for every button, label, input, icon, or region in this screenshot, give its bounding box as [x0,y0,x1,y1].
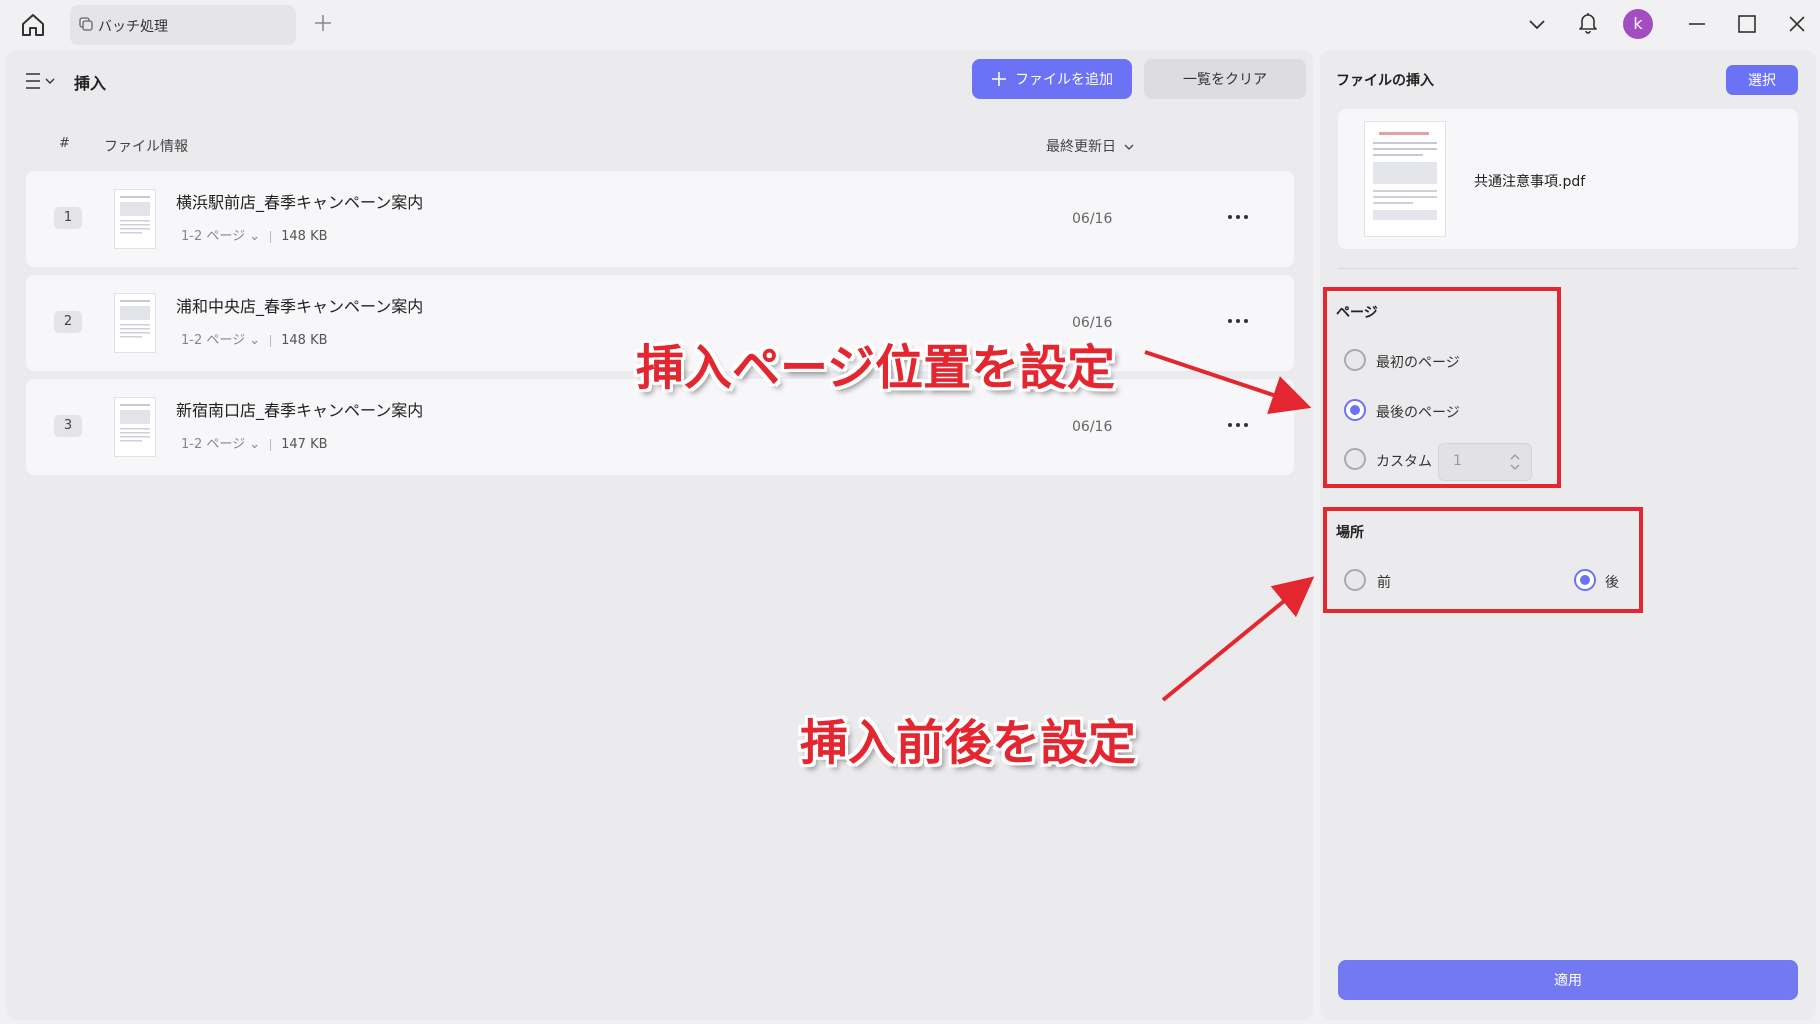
column-header-index: # [59,136,70,151]
insert-file-card: 共通注意事項.pdf [1338,109,1798,249]
column-header-modified-label: 最終更新日 [1046,139,1116,155]
apply-button[interactable]: 適用 [1338,960,1798,1000]
divider [1338,268,1798,269]
file-date: 06/16 [1072,211,1113,227]
clear-list-label: 一覧をクリア [1183,72,1267,88]
page-range-dropdown[interactable]: 1-2 ページ ⌄ [181,333,260,348]
annotation-text-page-position: 挿入ページ位置を設定 [636,340,1116,396]
file-list-panel: 挿入 ファイルを追加 一覧をクリア # ファイル情報 最終更新日 1 横浜駅前店… [6,50,1313,1020]
copy-icon [79,17,93,31]
file-name: 横浜駅前店_春季キャンペーン案内 [176,193,424,212]
menu-icon[interactable] [24,70,58,92]
file-thumbnail [114,397,156,457]
plus-icon [992,72,1006,86]
file-name: 浦和中央店_春季キャンペーン案内 [176,297,424,316]
file-name: 新宿南口店_春季キャンペーン案内 [176,401,424,420]
page-range-dropdown[interactable]: 1-2 ページ ⌄ [181,437,260,452]
column-header-file-info: ファイル情報 [104,139,188,155]
row-index: 3 [54,415,82,437]
page-range-dropdown[interactable]: 1-2 ページ ⌄ [181,229,260,244]
file-thumbnail [114,189,156,249]
close-icon[interactable] [1785,12,1809,36]
table-row[interactable]: 1 横浜駅前店_春季キャンペーン案内 1-2 ページ ⌄ 148 KB 06/16 [26,171,1294,267]
add-files-button[interactable]: ファイルを追加 [972,59,1132,99]
select-file-button[interactable]: 選択 [1726,65,1798,95]
bell-icon[interactable] [1576,10,1600,34]
row-index: 1 [54,207,82,229]
avatar[interactable]: k [1623,9,1653,39]
plus-icon[interactable] [312,12,334,34]
annotation-box-location [1323,507,1643,613]
more-options-icon[interactable] [1226,415,1250,435]
annotation-text-before-after: 挿入前後を設定 [800,715,1137,771]
more-options-icon[interactable] [1226,311,1250,331]
insert-file-thumbnail [1364,121,1446,237]
file-size: 148 KB [281,333,328,348]
tab-label: バッチ処理 [98,19,168,35]
row-index: 2 [54,311,82,333]
home-icon[interactable] [20,12,46,38]
chevron-down-icon [1124,144,1134,150]
file-size: 148 KB [281,229,328,244]
file-thumbnail [114,293,156,353]
more-options-icon[interactable] [1226,207,1250,227]
annotation-box-page [1323,287,1561,488]
insert-file-title: ファイルの挿入 [1336,73,1434,89]
file-meta: 1-2 ページ ⌄ 148 KB [181,329,328,348]
file-meta: 1-2 ページ ⌄ 148 KB [181,225,328,244]
minimize-icon[interactable] [1685,12,1709,36]
clear-list-button[interactable]: 一覧をクリア [1144,59,1306,99]
chevron-down-icon[interactable] [1525,12,1549,36]
add-files-label: ファイルを追加 [1015,72,1113,88]
page-title: 挿入 [74,74,107,93]
column-header-modified[interactable]: 最終更新日 [1046,136,1134,156]
insert-file-name: 共通注意事項.pdf [1474,174,1586,190]
tab-batch-processing[interactable]: バッチ処理 [70,5,296,45]
maximize-icon[interactable] [1735,12,1759,36]
title-bar: バッチ処理 k [0,0,1820,50]
file-size: 147 KB [281,437,328,452]
file-meta: 1-2 ページ ⌄ 147 KB [181,433,328,452]
file-date: 06/16 [1072,419,1113,435]
